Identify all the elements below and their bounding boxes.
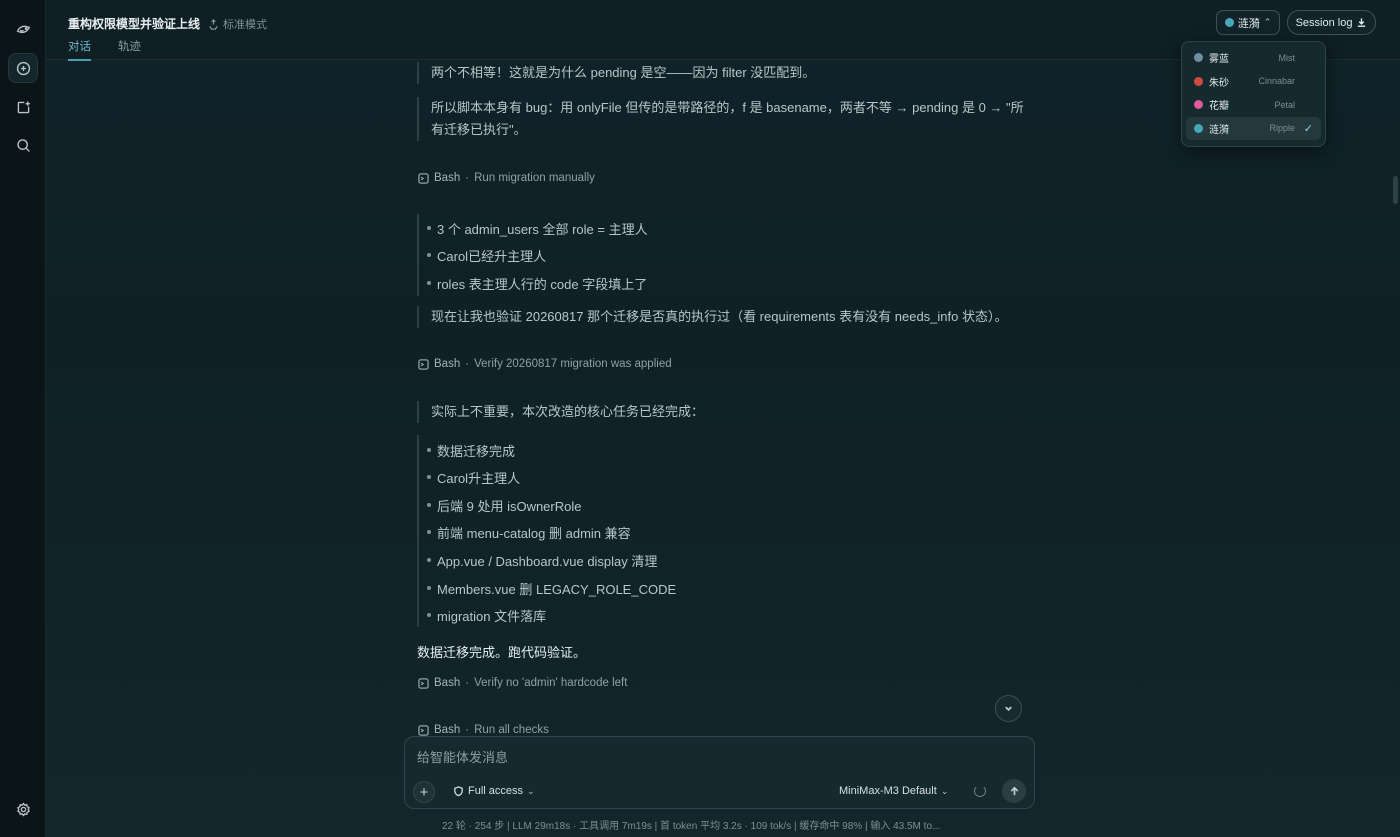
arrow-up-icon [1010, 786, 1018, 795]
list-item: roles 表主理人行的 code 字段填上了 [426, 274, 647, 293]
theme-option-ripple[interactable]: 涟漪 Ripple ✓ [1186, 116, 1321, 140]
terminal-icon [418, 358, 429, 370]
separator: · [465, 172, 470, 184]
option-english: Cinnabar [1258, 76, 1295, 87]
message-composer: + Full access ⌄ MiniMax-M3 Default ⌄ [404, 736, 1035, 809]
chevron-down-icon: ⌄ [527, 785, 535, 796]
download-icon [1358, 18, 1366, 27]
tool-name: Bash [434, 358, 461, 370]
mode-label: 标准模式 [223, 19, 267, 31]
theme-option-cinnabar[interactable]: 朱砂 Cinnabar [1186, 70, 1321, 94]
color-dot [1194, 100, 1203, 110]
app-logo-icon[interactable] [8, 14, 38, 44]
tool-description: Verify 20260817 migration was applied [474, 358, 672, 370]
list-item: 前端 menu-catalog 删 admin 兼容 [427, 523, 631, 542]
theme-label: 涟漪 [1237, 17, 1260, 30]
access-level-dropdown[interactable]: Full access ⌄ [453, 785, 535, 797]
checkmark-icon: ✓ [1303, 122, 1313, 135]
attach-plus-button[interactable]: + [413, 781, 435, 803]
separator: · [465, 724, 470, 736]
terminal-icon [418, 724, 429, 736]
option-english: Ripple [1269, 123, 1295, 134]
assistant-text-3: 现在让我也验证 20260817 那个迁移是否真的执行过（看 requireme… [417, 306, 1029, 328]
session-log-label: Session log [1295, 16, 1353, 29]
assistant-text-2: 所以脚本本身有 bug：用 onlyFile 但传的是带路径的，f 是 base… [417, 97, 1029, 141]
color-dot [1194, 53, 1203, 63]
option-label: 雾蓝 [1209, 54, 1229, 66]
left-rail [0, 0, 46, 837]
new-task-icon[interactable] [8, 92, 38, 122]
tool-description: Run migration manually [474, 172, 595, 184]
chevron-down-icon [1005, 706, 1012, 712]
chevron-down-icon: ⌄ [940, 785, 949, 796]
terminal-icon [418, 172, 429, 184]
tool-call-2[interactable]: Bash · Verify 20260817 migration was app… [418, 358, 672, 370]
option-english: Petal [1274, 99, 1295, 110]
list-item: Carol已经升主理人 [426, 246, 546, 265]
model-label: MiniMax-M3 Default [839, 785, 937, 797]
list-item: App.vue / Dashboard.vue display 清理 [426, 551, 657, 570]
session-log-button[interactable]: Session log [1287, 10, 1376, 35]
model-selector-dropdown[interactable]: MiniMax-M3 Default ⌄ [839, 785, 948, 797]
assistant-summary: 数据迁移完成。跑代码验证。 [417, 645, 587, 660]
option-label: 花瓣 [1209, 101, 1229, 113]
separator: · [465, 677, 470, 689]
list-item: 后端 9 处用 isOwnerRole [426, 496, 581, 515]
send-button[interactable] [1002, 779, 1026, 803]
color-dot [1194, 76, 1203, 86]
theme-dropdown-menu: 雾蓝 Mist 朱砂 Cinnabar 花瓣 Petal 涟漪 Ripple ✓ [1181, 41, 1326, 147]
tool-description: Run all checks [474, 724, 549, 736]
option-english: Mist [1278, 52, 1296, 63]
tool-call-4[interactable]: Bash · Run all checks [418, 724, 549, 736]
tool-name: Bash [434, 677, 461, 689]
list-item: 数据迁移完成 [426, 441, 515, 460]
scroll-to-bottom-button[interactable] [995, 695, 1022, 722]
option-label: 涟漪 [1209, 124, 1229, 136]
loading-spinner-icon [974, 785, 986, 797]
chevron-up-icon: ⌃ [1263, 17, 1272, 27]
list-item: Carol升主理人 [426, 468, 520, 487]
tool-call-3[interactable]: Bash · Verify no 'admin' hardcode left [418, 677, 627, 689]
new-chat-icon[interactable] [8, 53, 38, 83]
tab-trace[interactable]: 轨迹 [118, 38, 141, 59]
shield-icon [454, 785, 463, 796]
terminal-icon [418, 677, 429, 689]
tab-chat[interactable]: 对话 [68, 38, 91, 61]
tool-name: Bash [434, 724, 461, 736]
settings-gear-icon[interactable] [8, 794, 38, 824]
theme-option-petal[interactable]: 花瓣 Petal [1186, 93, 1321, 117]
theme-selector-button[interactable]: 涟漪 ⌃ [1216, 10, 1280, 35]
page-title: 重构权限模型并验证上线 [68, 17, 201, 31]
separator: · [465, 358, 470, 370]
main-area: 两个不相等！这就是为什么 pending 是空——因为 filter 没匹配到。… [46, 0, 1400, 837]
access-label: Full access [468, 785, 524, 797]
color-dot [1194, 123, 1203, 133]
search-icon[interactable] [8, 130, 38, 160]
option-label: 朱砂 [1209, 77, 1229, 89]
recycle-icon [209, 18, 218, 30]
tool-name: Bash [434, 172, 461, 184]
session-stats-bar: 22 轮 · 254 步 | LLM 29m18s · 工具调用 7m19s |… [442, 821, 941, 832]
list-item: Members.vue 删 LEGACY_ROLE_CODE [426, 579, 676, 598]
assistant-text-4: 实际上不重要，本次改造的核心任务已经完成： [417, 401, 1029, 423]
list-item: 3 个 admin_users 全部 role = 主理人 [427, 219, 648, 238]
mode-indicator[interactable]: 标准模式 [208, 16, 267, 32]
scrollbar-thumb[interactable] [1393, 176, 1398, 204]
tool-call-1[interactable]: Bash · Run migration manually [418, 172, 595, 184]
theme-option-mist[interactable]: 雾蓝 Mist [1186, 46, 1321, 70]
theme-color-dot [1224, 18, 1234, 27]
message-input[interactable] [417, 746, 977, 768]
tool-description: Verify no 'admin' hardcode left [474, 677, 628, 689]
list-item: migration 文件落库 [426, 606, 546, 625]
assistant-text-1: 两个不相等！这就是为什么 pending 是空——因为 filter 没匹配到。 [417, 62, 1029, 84]
